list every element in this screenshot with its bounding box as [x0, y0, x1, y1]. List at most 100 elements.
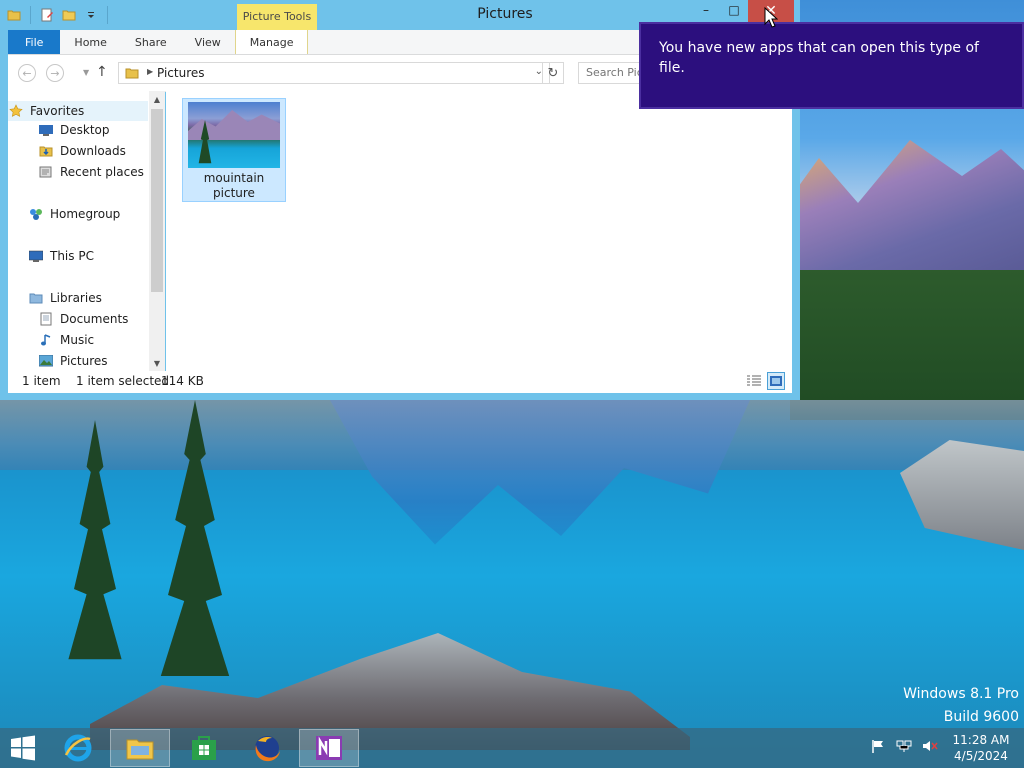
details-view-icon [747, 375, 761, 386]
up-button[interactable]: ↑ [96, 64, 108, 80]
clock[interactable]: 11:28 AM 4/5/2024 [942, 732, 1020, 764]
details-view-button[interactable] [745, 372, 763, 390]
window-title: Pictures [477, 6, 533, 22]
window-controls: – □ ✕ [692, 0, 794, 22]
windows-watermark: Windows 8.1 Pro Build 9600 [903, 683, 1019, 729]
desktop-icon [38, 122, 54, 138]
forward-button[interactable]: → [46, 64, 64, 82]
homegroup-icon [28, 206, 44, 222]
back-button[interactable]: ← [18, 64, 36, 82]
divider [107, 6, 108, 24]
clock-time: 11:28 AM [952, 733, 1010, 747]
nav-this-pc[interactable]: This PC [28, 248, 94, 264]
minimize-button[interactable]: – [692, 0, 720, 20]
documents-icon [38, 311, 54, 327]
tab-manage[interactable]: Manage [234, 30, 309, 54]
tab-share[interactable]: Share [121, 30, 181, 54]
nav-desktop[interactable]: Desktop [38, 122, 110, 138]
picture-tools-tab-group: Picture Tools [237, 4, 317, 30]
taskbar-onenote[interactable] [299, 729, 359, 767]
nav-pictures[interactable]: Pictures [38, 353, 108, 369]
status-size: 114 KB [161, 374, 204, 388]
taskbar: 11:28 AM 4/5/2024 [0, 728, 1024, 768]
file-explorer-icon [126, 739, 154, 760]
tab-view[interactable]: View [181, 30, 235, 54]
action-center-flag-icon[interactable] [870, 738, 886, 754]
breadcrumb-chevron-icon[interactable]: ▶ [147, 67, 153, 76]
libraries-icon [28, 290, 44, 306]
quick-access-toolbar [6, 6, 110, 24]
music-icon [38, 332, 54, 348]
nav-label: Documents [60, 312, 129, 326]
status-bar: 1 item 1 item selected 114 KB [8, 371, 792, 393]
nav-favorites[interactable]: Favorites [8, 101, 148, 121]
watermark-build: Build 9600 [943, 709, 1019, 725]
downloads-icon [38, 143, 54, 159]
folder-icon[interactable] [6, 7, 22, 23]
folder-icon [125, 66, 139, 83]
nav-scrollbar[interactable]: ▲ ▼ [149, 91, 165, 371]
nav-label: Libraries [50, 291, 102, 305]
nav-libraries[interactable]: Libraries [28, 290, 102, 306]
tab-home[interactable]: Home [60, 30, 120, 54]
network-icon[interactable] [896, 738, 912, 754]
taskbar-store[interactable] [174, 729, 234, 767]
image-thumbnail [188, 102, 280, 168]
volume-muted-icon[interactable] [922, 738, 938, 754]
store-icon [192, 736, 216, 760]
scroll-up-chevron-icon[interactable]: ▲ [149, 91, 165, 107]
watermark-edition: Windows 8.1 Pro [903, 686, 1019, 702]
nav-label: Desktop [60, 123, 110, 137]
new-apps-notification[interactable]: You have new apps that can open this typ… [639, 22, 1024, 109]
refresh-icon: ↻ [547, 65, 559, 81]
nav-music[interactable]: Music [38, 332, 94, 348]
taskbar-firefox[interactable] [237, 729, 297, 767]
back-arrow-icon: ← [22, 66, 32, 80]
large-icons-view-button[interactable] [767, 372, 785, 390]
system-tray [870, 738, 938, 754]
file-list: mouintain picture [166, 91, 792, 371]
nav-recent-places[interactable]: Recent places [38, 164, 144, 180]
properties-icon[interactable] [39, 7, 55, 23]
recent-places-icon [38, 164, 54, 180]
computer-icon [28, 248, 44, 264]
nav-label: Pictures [60, 354, 108, 368]
breadcrumb-pictures[interactable]: Pictures [157, 66, 205, 80]
onenote-icon [316, 736, 342, 760]
customize-toolbar-chevron-icon[interactable] [83, 7, 99, 23]
maximize-button[interactable]: □ [720, 0, 748, 20]
internet-explorer-icon [64, 734, 92, 762]
nav-label: Downloads [60, 144, 126, 158]
pictures-icon [38, 353, 54, 369]
star-icon [8, 103, 24, 119]
scroll-thumb[interactable] [151, 109, 163, 292]
tab-file[interactable]: File [8, 30, 61, 54]
recent-locations-chevron-icon[interactable]: ▼ [83, 68, 89, 77]
nav-documents[interactable]: Documents [38, 311, 128, 327]
refresh-button[interactable]: ↻ [542, 62, 564, 84]
nav-label: Favorites [30, 104, 85, 118]
new-folder-icon[interactable] [61, 7, 77, 23]
wallpaper-reflection [330, 400, 750, 545]
file-item[interactable]: mouintain picture [182, 98, 286, 202]
nav-label: Homegroup [50, 207, 121, 221]
divider [30, 6, 31, 24]
windows-logo-icon [11, 735, 35, 761]
nav-downloads[interactable]: Downloads [38, 143, 126, 159]
start-button[interactable] [6, 734, 40, 762]
firefox-icon [255, 736, 280, 762]
file-name: mouintain picture [203, 171, 265, 200]
forward-arrow-icon: → [50, 66, 60, 80]
wallpaper-forest [790, 270, 1024, 420]
clock-date: 4/5/2024 [954, 749, 1008, 763]
nav-homegroup[interactable]: Homegroup [28, 206, 120, 222]
large-icons-view-icon [770, 376, 782, 386]
address-bar[interactable]: ▶ Pictures ⌄ [118, 62, 550, 84]
scroll-down-chevron-icon[interactable]: ▼ [149, 355, 165, 371]
taskbar-internet-explorer[interactable] [48, 729, 108, 767]
status-selection: 1 item selected [76, 374, 170, 388]
navigation-pane: Favorites Desktop Downloads Recent place… [8, 91, 165, 371]
nav-label: Music [60, 333, 95, 347]
notification-text: You have new apps that can open this typ… [659, 40, 979, 76]
taskbar-file-explorer[interactable] [110, 729, 170, 767]
